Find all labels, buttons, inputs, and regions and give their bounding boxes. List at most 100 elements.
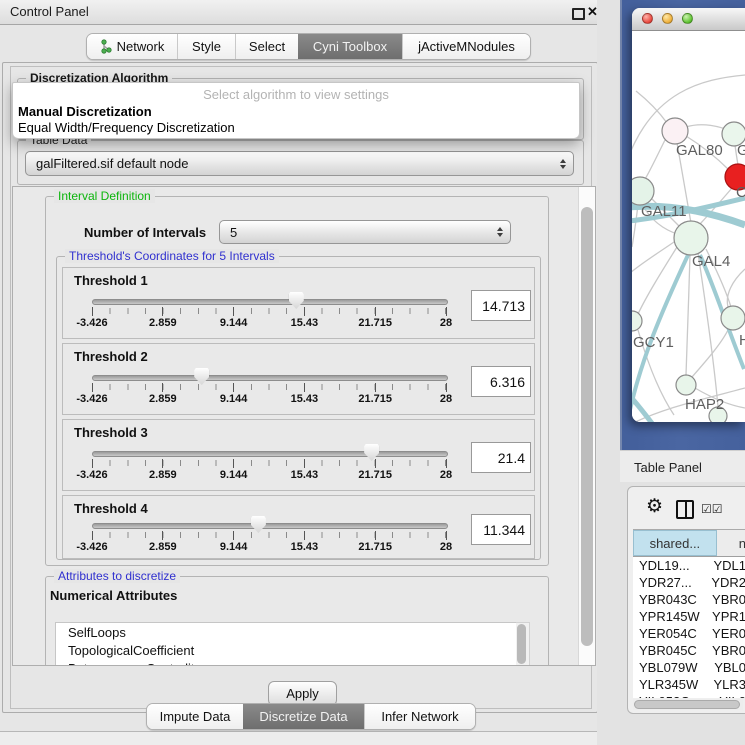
node-label: HAP2 — [685, 396, 724, 413]
threshold-4-panel: Threshold 4 -3.426 2.859 9.144 15.43 21.… — [62, 495, 535, 559]
node-h[interactable] — [721, 306, 745, 330]
threshold-2-label: Threshold 2 — [74, 349, 148, 364]
table-horizontal-scrollbar[interactable] — [633, 699, 743, 710]
threshold-3-panel: Threshold 3 -3.426 2.859 9.144 15.43 21.… — [62, 419, 535, 491]
slider-thumb[interactable] — [289, 292, 304, 309]
threshold-1-label: Threshold 1 — [74, 273, 148, 288]
scrollbar-thumb[interactable] — [517, 624, 526, 664]
numerical-attributes-list[interactable]: SelfLoops TopologicalCoefficient Between… — [55, 622, 517, 666]
tab-cyni-toolbox[interactable]: Cyni Toolbox — [298, 34, 402, 59]
table-header-row: shared... n — [633, 530, 745, 557]
table-row[interactable]: YBL079WYBL0 — [633, 659, 745, 676]
tab-infer-network[interactable]: Infer Network — [364, 704, 475, 729]
numerical-attributes-label: Numerical Attributes — [50, 588, 177, 603]
list-item[interactable]: BetweennessCentrality — [56, 659, 516, 666]
network-window-titlebar[interactable] — [632, 8, 745, 31]
split-columns-icon[interactable] — [676, 500, 694, 519]
slider-minor-ticks — [92, 460, 446, 466]
tab-jactivemnodules[interactable]: jActiveMNodules — [402, 34, 530, 59]
slider-thumb[interactable] — [251, 516, 266, 533]
attributes-list-scrollbar[interactable] — [516, 622, 530, 666]
threshold-2-value-field[interactable]: 6.316 — [471, 366, 531, 397]
threshold-2-panel: Threshold 2 -3.426 2.859 9.144 15.43 21.… — [62, 343, 535, 415]
algorithm-dropdown-popup: Select algorithm to view settings Manual… — [12, 82, 580, 139]
slider-track[interactable] — [92, 375, 448, 381]
node-gal80[interactable] — [662, 118, 688, 144]
settings-scrollpane: Interval Definition Number of Intervals … — [12, 186, 596, 666]
threshold-1-panel: Threshold 1 -3.426 2.859 9.144 15.43 21.… — [62, 267, 535, 339]
threshold-2-slider[interactable]: -3.426 2.859 9.144 15.43 21.715 28 — [92, 372, 446, 408]
node-label: GAL11 — [641, 203, 687, 220]
table-row[interactable]: YBR045CYBR0 — [633, 642, 745, 659]
table-row[interactable]: YDR27...YDR2 — [633, 574, 745, 591]
table-row[interactable]: YBR043CYBR0 — [633, 591, 745, 608]
table-row[interactable]: YPR145WYPR1 — [633, 608, 745, 625]
number-of-intervals-combobox[interactable]: 5 — [219, 220, 511, 244]
combo-stepper-icon — [560, 159, 566, 169]
threshold-1-slider[interactable]: -3.426 2.859 9.144 15.43 21.715 28 — [92, 296, 446, 332]
table-panel-body: ⚙ ☑☑ shared... n YDL19...YDL1 YDR27...YD… — [627, 486, 745, 714]
tab-impute-data[interactable]: Impute Data — [147, 704, 243, 729]
threshold-4-value-field[interactable]: 11.344 — [471, 514, 531, 545]
node-gal4[interactable] — [674, 221, 708, 255]
float-window-icon[interactable] — [572, 8, 585, 20]
tab-select[interactable]: Select — [235, 34, 298, 59]
scrollbar-thumb[interactable] — [581, 207, 593, 646]
node-label: G — [737, 142, 745, 159]
table-row[interactable]: YER054CYER0 — [633, 625, 745, 642]
list-item[interactable]: SelfLoops — [56, 623, 516, 641]
table-data-combobox[interactable]: galFiltered.sif default node — [25, 151, 574, 176]
table-row[interactable]: YIL052CYIL0 — [633, 693, 745, 698]
network-window[interactable]: GAL80 G C GAL11 GAL4 GCY1 H HAP2 — [632, 8, 745, 422]
threshold-3-label: Threshold 3 — [74, 425, 148, 440]
tab-style[interactable]: Style — [177, 34, 235, 59]
settings-vertical-scrollbar[interactable] — [578, 187, 596, 665]
slider-track[interactable] — [92, 523, 448, 529]
number-of-intervals-label: Number of Intervals — [84, 225, 206, 240]
dropdown-item-equal-width-frequency[interactable]: Equal Width/Frequency Discretization — [18, 120, 235, 135]
node-label: C — [736, 184, 745, 201]
slider-track[interactable] — [92, 451, 448, 457]
table-data-combobox-value: galFiltered.sif default node — [36, 156, 188, 171]
slider-track[interactable] — [92, 299, 448, 305]
threshold-4-slider[interactable]: -3.426 2.859 9.144 15.43 21.715 28 — [92, 520, 446, 556]
network-nodes[interactable] — [632, 118, 745, 422]
threshold-4-label: Threshold 4 — [74, 501, 148, 516]
threshold-3-slider[interactable]: -3.426 2.859 9.144 15.43 21.715 28 — [92, 448, 446, 484]
algorithm-dropdown-hint: Select algorithm to view settings — [13, 87, 579, 102]
node-gcy1[interactable] — [632, 311, 642, 331]
control-panel-title: Control Panel — [10, 4, 89, 19]
tab-discretize-data[interactable]: Discretize Data — [243, 704, 364, 729]
node-label: GAL4 — [692, 253, 730, 270]
select-columns-icons[interactable]: ☑☑ — [701, 502, 723, 516]
network-canvas[interactable]: GAL80 G C GAL11 GAL4 GCY1 H HAP2 — [632, 31, 745, 422]
threshold-1-value-field[interactable]: 14.713 — [471, 290, 531, 321]
column-header-shared-name[interactable]: shared... — [633, 530, 717, 556]
zoom-window-icon[interactable] — [682, 13, 693, 24]
table-panel-title: Table Panel — [634, 460, 702, 475]
control-panel-tabbar: Network Style Select Cyni Toolbox jActiv… — [86, 33, 531, 60]
slider-minor-ticks — [92, 308, 446, 314]
tab-network[interactable]: Network — [87, 34, 177, 59]
node-hap2[interactable] — [676, 375, 696, 395]
thresholds-group: Threshold's Coordinates for 5 Intervals … — [56, 256, 541, 560]
slider-minor-ticks — [92, 532, 446, 538]
cyni-mode-tabbar: Impute Data Discretize Data Infer Networ… — [146, 703, 476, 730]
minimize-window-icon[interactable] — [662, 13, 673, 24]
table-row[interactable]: YLR345WYLR3 — [633, 676, 745, 693]
table-row[interactable]: YDL19...YDL1 — [633, 557, 745, 574]
dropdown-item-manual-discretization[interactable]: Manual Discretization — [18, 104, 152, 119]
node-gal11[interactable] — [632, 177, 654, 205]
gear-icon[interactable]: ⚙ — [646, 497, 663, 516]
number-of-intervals-value: 5 — [230, 225, 237, 240]
network-icon — [100, 39, 112, 54]
slider-thumb[interactable] — [194, 368, 209, 385]
scrollbar-thumb[interactable] — [634, 700, 740, 709]
slider-thumb[interactable] — [364, 444, 379, 461]
slider-minor-ticks — [92, 384, 446, 390]
list-item[interactable]: TopologicalCoefficient — [56, 641, 516, 659]
threshold-3-value-field[interactable]: 21.4 — [471, 442, 531, 473]
column-header-name[interactable]: n — [717, 530, 745, 556]
attributes-group-title: Attributes to discretize — [54, 569, 180, 583]
close-window-icon[interactable] — [642, 13, 653, 24]
